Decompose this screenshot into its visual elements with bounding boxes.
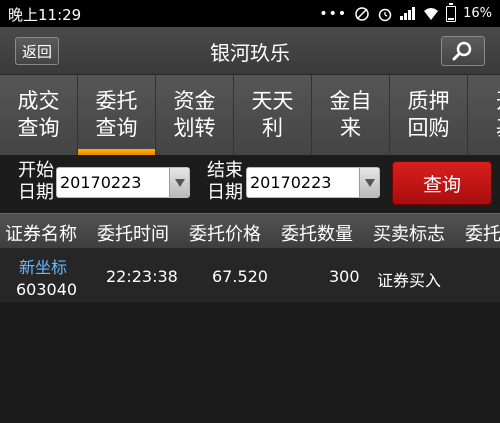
chevron-down-icon xyxy=(364,178,375,187)
data-saver-icon xyxy=(355,6,369,21)
order-price: 67.520 xyxy=(212,267,268,286)
tab-jinzilai[interactable]: 金自 来 xyxy=(312,75,390,155)
stock-name[interactable]: 新坐标 xyxy=(19,254,67,278)
more-notifications-icon: ••• xyxy=(319,5,348,22)
start-date-select[interactable]: 20170223 xyxy=(56,167,190,198)
chevron-down-icon xyxy=(174,178,185,187)
back-button[interactable]: 返回 xyxy=(15,37,59,65)
start-date-label: 开始 日期 xyxy=(18,160,54,203)
search-icon xyxy=(452,41,472,61)
tab-label: 成交 查询 xyxy=(17,89,60,140)
tab-pledge-repo[interactable]: 质押 回购 xyxy=(390,75,468,155)
status-time: 晚上11:29 xyxy=(8,6,82,24)
date-filter-row: 开始 日期 20170223 结束 日期 20170223 查询 xyxy=(0,155,500,213)
end-date-select[interactable]: 20170223 xyxy=(246,167,380,198)
column-header: 委托数量 xyxy=(281,224,353,245)
tab-label: 委托 查询 xyxy=(95,89,138,140)
battery-icon xyxy=(446,2,457,22)
stock-code: 603040 xyxy=(16,280,78,299)
start-date-value: 20170223 xyxy=(60,173,142,192)
tab-order-query[interactable]: 委托 查询 xyxy=(78,75,156,155)
tab-label: 资金 划转 xyxy=(173,89,216,140)
column-header: 委托价格 xyxy=(189,224,261,245)
search-button[interactable] xyxy=(441,36,485,66)
tab-label: 质押 回购 xyxy=(407,89,450,140)
column-header: 委托时间 xyxy=(97,224,169,245)
end-date-dropdown[interactable] xyxy=(359,168,379,197)
table-body: 新坐标 603040 22:23:38 67.520 300 证券买入 xyxy=(0,248,500,423)
column-header: 委托 xyxy=(465,224,500,245)
table-header: 证券名称 委托时间 委托价格 委托数量 买卖标志 委托 xyxy=(0,213,500,248)
app-header: 返回 银河玖乐 xyxy=(0,27,500,75)
page-title: 银河玖乐 xyxy=(210,41,290,65)
tab-label: 天天 利 xyxy=(251,89,294,140)
status-icons: ••• 16% xyxy=(319,2,492,24)
tab-bar: 成交 查询委托 查询资金 划转天天 利金自 来质押 回购 开 基 xyxy=(0,75,500,155)
query-button[interactable]: 查询 xyxy=(392,161,492,205)
end-date-value: 20170223 xyxy=(250,173,332,192)
column-header: 证券名称 xyxy=(5,224,77,245)
order-time: 22:23:38 xyxy=(106,267,178,286)
order-side: 证券买入 xyxy=(377,271,442,290)
tab-label: 开 基 xyxy=(496,88,500,142)
alarm-icon xyxy=(378,8,392,21)
status-bar: 晚上11:29 ••• 16% xyxy=(0,0,500,27)
tab-trade-query[interactable]: 成交 查询 xyxy=(0,75,78,155)
end-date-label: 结束 日期 xyxy=(207,160,243,203)
column-header: 买卖标志 xyxy=(373,224,445,245)
tab-fund-transfer[interactable]: 资金 划转 xyxy=(156,75,234,155)
order-quantity: 300 xyxy=(329,267,360,286)
wifi-icon xyxy=(424,7,439,20)
tab-label: 金自 来 xyxy=(329,89,372,140)
table-row[interactable]: 新坐标 603040 22:23:38 67.520 300 证券买入 xyxy=(0,248,500,302)
tab-open-fund[interactable]: 开 基 xyxy=(468,75,500,155)
signal-icon xyxy=(400,7,416,20)
tab-tiantianli[interactable]: 天天 利 xyxy=(234,75,312,155)
start-date-dropdown[interactable] xyxy=(169,168,189,197)
battery-percent: 16% xyxy=(463,6,492,21)
